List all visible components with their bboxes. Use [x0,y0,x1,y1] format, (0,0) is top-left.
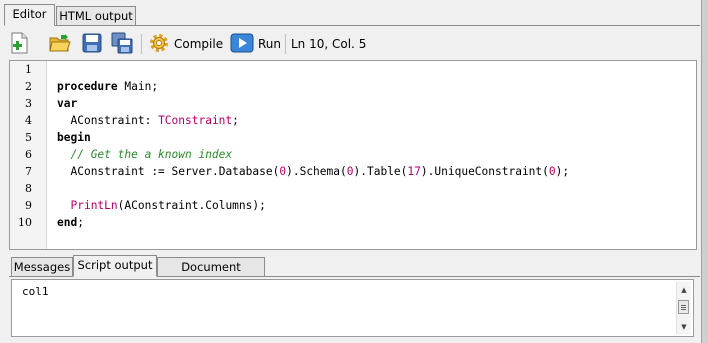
new-button[interactable] [10,32,30,56]
number-token: 0 [346,165,354,178]
tab-document-settings[interactable]: Document settings [157,257,265,292]
cursor-position-label: Ln 10, Col. 5 [291,37,367,51]
keyword-token: end [57,216,78,229]
output-scrollbar[interactable]: ▲ ▼ [676,282,691,334]
line-number: 7 [25,165,32,178]
line-number: 2 [25,80,32,93]
line-number-gutter: 1 2 3 4 5 6 7 8 9 10 [10,61,47,249]
code-token: UniqueConstraint [434,165,543,178]
play-icon [230,33,254,56]
save-icon [82,33,102,56]
tab-script-output[interactable]: Script output [73,255,157,277]
scroll-down-icon[interactable]: ▼ [678,321,690,333]
code-line: procedure Main; [57,80,158,93]
number-token: 0 [548,165,556,178]
code-token: ; [151,80,159,93]
code-token: Schema [299,165,340,178]
run-label: Run [258,37,282,51]
window-edge [701,0,708,343]
run-button[interactable]: Run [230,32,281,56]
compile-button[interactable]: Compile [148,32,223,56]
code-line: var [57,97,77,110]
code-token: Server [171,165,212,178]
script-output-text: col1 [22,285,49,298]
save-all-button[interactable] [111,32,133,56]
scroll-thumb[interactable] [678,300,689,314]
cursor-position: Ln 10, Col. 5 [291,32,366,56]
script-editor-window: Editor HTML output Compile Run Ln 10, Co… [0,0,708,343]
identifier-token: PrintLn [70,199,118,212]
tab-messages[interactable]: Messages [11,257,73,277]
toolbar-separator [141,34,142,54]
grip-line [681,305,686,306]
save-button[interactable] [82,32,102,56]
code-line: begin [57,131,91,144]
line-number: 8 [25,182,32,195]
code-token: Table [366,165,401,178]
new-file-icon [10,32,30,57]
code-line: PrintLn(AConstraint.Columns); [57,199,266,212]
code-token: . [211,165,219,178]
line-number: 3 [25,97,32,110]
code-token: ; [77,216,84,229]
scroll-up-icon[interactable]: ▲ [678,284,690,296]
tab-panel-border [4,25,700,26]
line-number: 1 [25,63,32,76]
code-line: AConstraint: TConstraint; [57,114,239,127]
code-token: ). [286,165,300,178]
code-token: ( [340,165,347,178]
code-line: AConstraint := Server.Database(0).Schema… [57,165,569,178]
code-token: ). [420,165,435,178]
line-number: 4 [25,114,32,127]
grip-line [681,307,686,308]
comment-token: // Get the a known index [70,148,233,161]
code-line: end; [57,216,84,229]
gear-icon [148,32,170,57]
code-token: Main [124,80,152,93]
save-all-icon [111,32,133,57]
code-token: AConstraint [70,114,145,127]
keyword-token: begin [57,131,91,144]
tab-editor[interactable]: Editor [4,4,55,26]
code-line: // Get the a known index [57,148,232,161]
open-button[interactable] [49,32,71,56]
code-token: := [144,165,172,178]
code-token: Columns [205,199,253,212]
line-number: 5 [25,131,32,144]
toolbar: Compile Run Ln 10, Col. 5 [4,28,700,60]
code-token: ). [353,165,367,178]
keyword-token: procedure [57,80,118,93]
line-number: 10 [18,216,32,229]
toolbar-separator [285,34,286,54]
line-number: 6 [25,148,32,161]
grip-line [681,309,686,310]
identifier-token: TConstraint [158,114,233,127]
code-token: Database [218,165,273,178]
code-token: ( [542,165,549,178]
code-token: ); [252,199,266,212]
code-token: ); [555,165,570,178]
code-token: AConstraint [124,199,199,212]
tab-html-output[interactable]: HTML output [56,6,136,26]
code-editor[interactable]: 1 2 3 4 5 6 7 8 9 10 procedure Main; var… [9,60,697,250]
number-token: 17 [407,165,421,178]
code-token: ; [232,114,239,127]
code-token: : [144,114,159,127]
script-output-panel[interactable]: col1 ▲ ▼ [11,279,694,337]
open-folder-icon [49,33,71,56]
code-token: AConstraint [70,165,145,178]
line-number: 9 [25,199,32,212]
keyword-token: var [57,97,78,110]
compile-label: Compile [174,37,224,51]
